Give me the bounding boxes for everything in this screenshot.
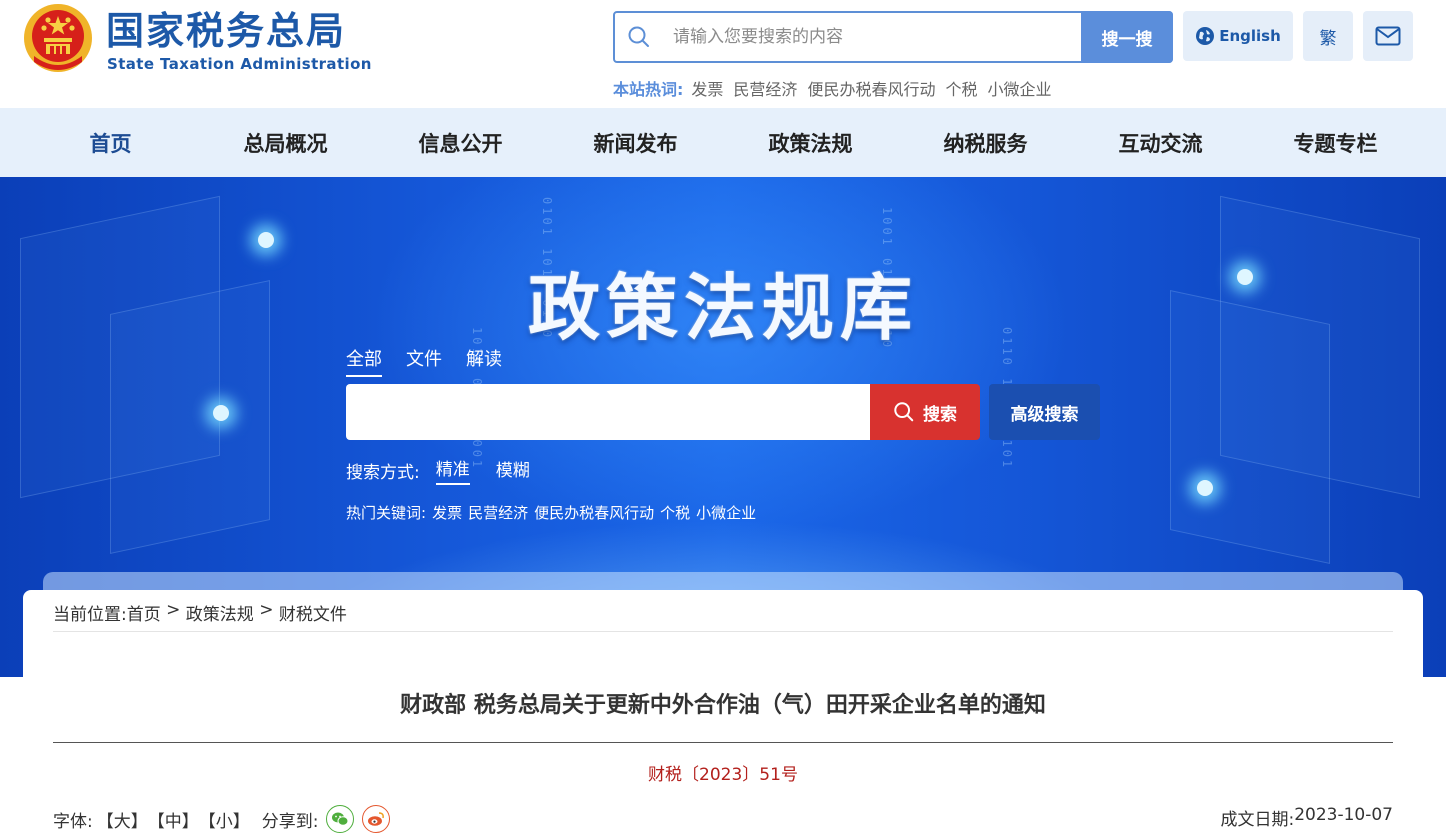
top-hot-keyword[interactable]: 民营经济 (733, 76, 797, 100)
mail-button[interactable] (1363, 11, 1413, 61)
document-date: 成文日期: 2023-10-07 (1220, 805, 1393, 830)
nav-item-policy[interactable]: 政策法规 (723, 108, 898, 177)
banner-hot-keyword[interactable]: 小微企业 (696, 502, 756, 523)
nav-item-special-topics[interactable]: 专题专栏 (1248, 108, 1423, 177)
nav-item-info-disclosure[interactable]: 信息公开 (373, 108, 548, 177)
banner-title: 政策法规库 (527, 265, 918, 350)
title-divider (53, 742, 1393, 743)
site-logo-title[interactable]: 国家税务总局 (106, 6, 346, 56)
nav-item-home[interactable]: 首页 (23, 108, 198, 177)
font-size-medium-button[interactable]: 【中】 (148, 807, 199, 832)
search-icon (894, 402, 914, 422)
font-size-large-button[interactable]: 【大】 (97, 807, 148, 832)
breadcrumb-separator: > (253, 600, 279, 620)
tab-all[interactable]: 全部 (346, 345, 382, 377)
decorative-glow (258, 232, 274, 248)
national-emblem-icon[interactable] (22, 2, 94, 74)
nav-item-interaction[interactable]: 互动交流 (1073, 108, 1248, 177)
weibo-share-icon[interactable] (362, 805, 391, 833)
banner-hot-keyword[interactable]: 便民办税春风行动 (534, 502, 654, 523)
traditional-chinese-button[interactable]: 繁 (1303, 11, 1353, 61)
date-label: 成文日期: (1220, 810, 1295, 830)
tab-interpretations[interactable]: 解读 (466, 345, 502, 377)
breadcrumb-item-policy[interactable]: 政策法规 (186, 600, 254, 625)
search-mode-fuzzy[interactable]: 模糊 (496, 456, 530, 484)
mail-icon (1375, 26, 1401, 46)
breadcrumb-divider (53, 631, 1393, 632)
globe-icon (1196, 27, 1215, 45)
top-hot-label: 本站热词: (613, 80, 684, 99)
date-value: 2023-10-07 (1294, 805, 1393, 825)
search-mode: 搜索方式: 精准 模糊 (346, 455, 530, 485)
top-hot-keyword[interactable]: 便民办税春风行动 (807, 76, 935, 100)
top-hot-keyword[interactable]: 小微企业 (987, 76, 1051, 100)
policy-search-button-label: 搜索 (923, 404, 957, 425)
decorative-glow (213, 405, 229, 421)
breadcrumb-separator: > (160, 600, 186, 620)
search-icon (628, 26, 649, 47)
document-number: 财税〔2023〕51号 (648, 765, 798, 785)
breadcrumb: 当前位置: 首页 > 政策法规 > 财税文件 (53, 600, 347, 625)
nav-item-overview[interactable]: 总局概况 (198, 108, 373, 177)
top-hot-keyword[interactable]: 发票 (691, 76, 723, 100)
banner-hot-keyword[interactable]: 发票 (432, 502, 462, 523)
share-label: 分享到: (261, 811, 319, 832)
tab-documents[interactable]: 文件 (406, 345, 442, 377)
english-button-label: English (1219, 27, 1281, 45)
document-title: 财政部 税务总局关于更新中外合作油（气）田开采企业名单的通知 (400, 693, 1046, 718)
breadcrumb-item-tax-files[interactable]: 财税文件 (279, 600, 347, 625)
policy-search-input[interactable] (346, 384, 870, 440)
banner-hot-keyword[interactable]: 个税 (660, 502, 690, 523)
main-nav: 首页 总局概况 信息公开 新闻发布 政策法规 纳税服务 互动交流 专题专栏 (0, 108, 1446, 177)
site-logo-subtitle[interactable]: State Taxation Administration (107, 55, 372, 73)
top-hot-keywords: 本站热词: 发票 民营经济 便民办税春风行动 个税 小微企业 (613, 76, 1051, 100)
top-search-button[interactable]: 搜一搜 (1081, 11, 1173, 63)
top-search-box: 搜一搜 (613, 11, 1173, 63)
search-scope-tabs: 全部 文件 解读 (346, 345, 502, 377)
decorative-glow (1197, 480, 1213, 496)
banner-hot-label: 热门关键词: (346, 504, 427, 522)
banner-hot-keywords: 热门关键词: 发票 民营经济 便民办税春风行动 个税 小微企业 (346, 502, 756, 523)
site-header: 国家税务总局 State Taxation Administration 搜一搜… (0, 0, 1446, 108)
nav-item-news[interactable]: 新闻发布 (548, 108, 723, 177)
advanced-search-button[interactable]: 高级搜索 (989, 384, 1100, 440)
font-size-small-button[interactable]: 【小】 (199, 807, 250, 832)
nav-item-tax-service[interactable]: 纳税服务 (898, 108, 1073, 177)
english-button[interactable]: English (1183, 11, 1293, 61)
wechat-share-icon[interactable] (326, 805, 355, 833)
breadcrumb-item-home[interactable]: 首页 (127, 600, 161, 625)
top-hot-keyword[interactable]: 个税 (945, 76, 977, 100)
font-size-controls: 字体: 【大】 【中】 【小】 分享到: (53, 805, 391, 833)
document-card: 当前位置: 首页 > 政策法规 > 财税文件 财政部 税务总局关于更新中外合作油… (23, 590, 1423, 839)
banner-hot-keyword[interactable]: 民营经济 (468, 502, 528, 523)
font-size-label: 字体: (53, 811, 93, 832)
search-mode-exact[interactable]: 精准 (435, 455, 470, 485)
breadcrumb-label: 当前位置: (53, 605, 127, 625)
search-mode-label: 搜索方式: (346, 462, 420, 483)
policy-search-button[interactable]: 搜索 (870, 384, 980, 440)
top-search-input[interactable] (673, 23, 1073, 51)
